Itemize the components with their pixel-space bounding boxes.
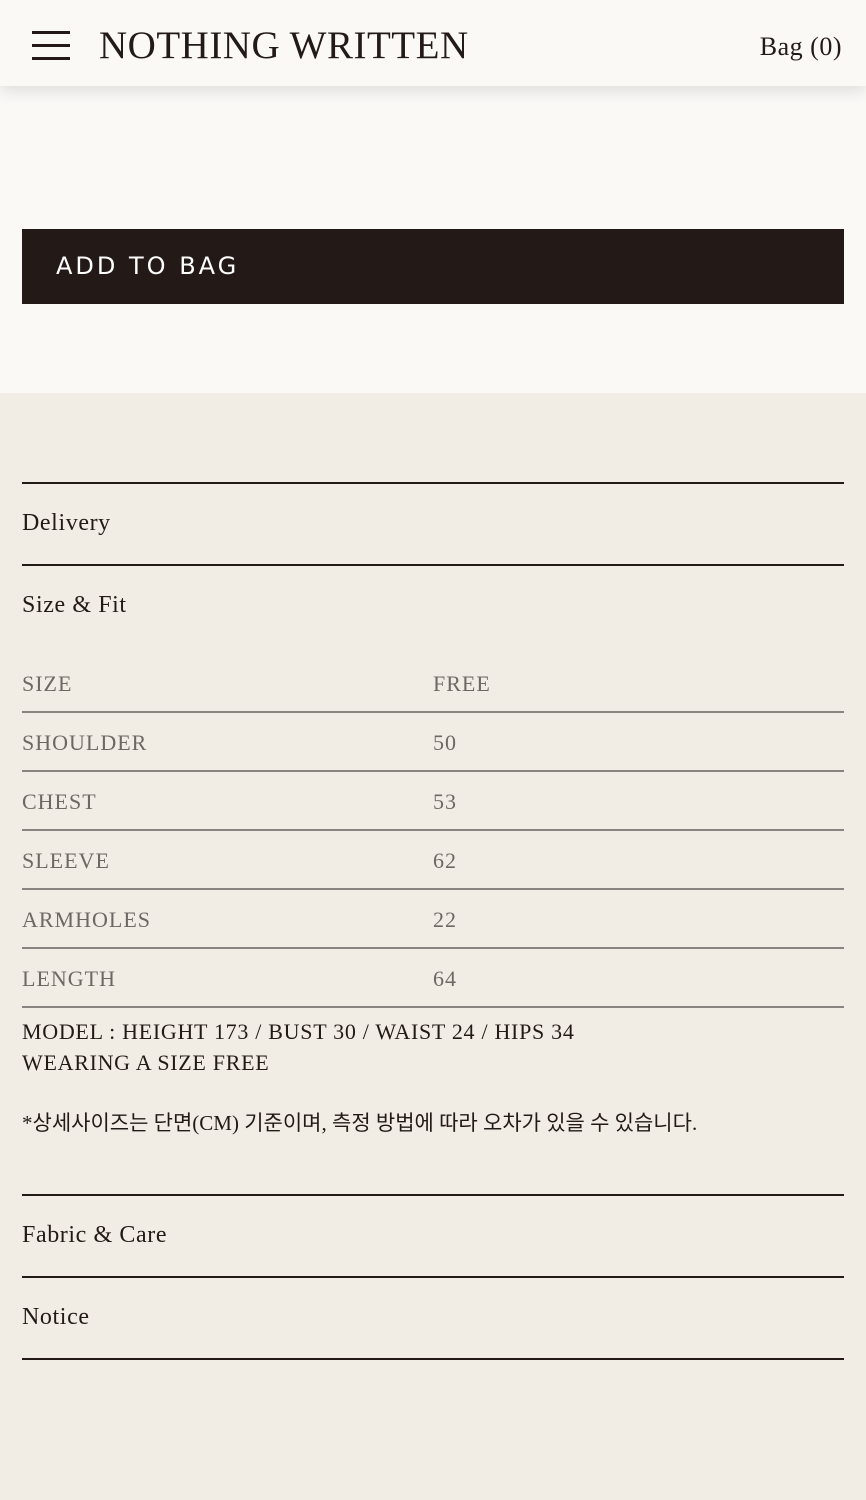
accordion-fabric-care[interactable]: Fabric & Care — [22, 1194, 844, 1277]
shoulder-value: 50 — [433, 730, 457, 755]
sleeve-label: SLEEVE — [22, 848, 110, 873]
armholes-value: 22 — [433, 907, 457, 932]
table-row: ARMHOLES 22 — [22, 890, 844, 949]
chest-value: 53 — [433, 789, 457, 814]
table-row: LENGTH 64 — [22, 949, 844, 1008]
brand-logo[interactable]: NOTHING WRITTEN — [99, 22, 469, 70]
model-wearing-size: WEARING A SIZE FREE — [22, 1050, 270, 1075]
length-label: LENGTH — [22, 966, 116, 991]
armholes-label: ARMHOLES — [22, 907, 152, 932]
accordion-title-delivery[interactable]: Delivery — [22, 507, 111, 539]
table-row: SHOULDER 50 — [22, 713, 844, 772]
size-note: *상세사이즈는 단면(CM) 기준이며, 측정 방법에 따라 오차가 있을 수 … — [22, 1111, 698, 1135]
site-header: NOTHING WRITTEN Bag (0) — [0, 0, 866, 86]
accordion-size-fit[interactable]: Size & Fit — [22, 564, 844, 654]
size-table: SIZE FREE SHOULDER 50 CHEST 53 SLEEVE 62… — [22, 654, 844, 1008]
size-label: SIZE — [22, 671, 73, 696]
shoulder-label: SHOULDER — [22, 730, 148, 755]
accordion-title-size-fit[interactable]: Size & Fit — [22, 589, 127, 621]
table-row: SIZE FREE — [22, 654, 844, 713]
bag-link[interactable]: Bag (0) — [760, 30, 842, 64]
add-to-bag-button[interactable]: ADD TO BAG — [22, 229, 844, 304]
accordion-title-fabric-care[interactable]: Fabric & Care — [22, 1219, 167, 1251]
length-value: 64 — [433, 966, 457, 991]
table-row: CHEST 53 — [22, 772, 844, 831]
size-value: FREE — [433, 671, 491, 696]
accordion-delivery[interactable]: Delivery — [22, 482, 844, 565]
table-row: SLEEVE 62 — [22, 831, 844, 890]
hamburger-menu-icon[interactable] — [32, 31, 70, 61]
sleeve-value: 62 — [433, 848, 457, 873]
model-info: MODEL : HEIGHT 173 / BUST 30 / WAIST 24 … — [22, 1016, 575, 1078]
accordion-title-notice[interactable]: Notice — [22, 1301, 90, 1333]
accordion-notice[interactable]: Notice — [22, 1276, 844, 1360]
chest-label: CHEST — [22, 789, 97, 814]
model-measurements: MODEL : HEIGHT 173 / BUST 30 / WAIST 24 … — [22, 1019, 575, 1044]
